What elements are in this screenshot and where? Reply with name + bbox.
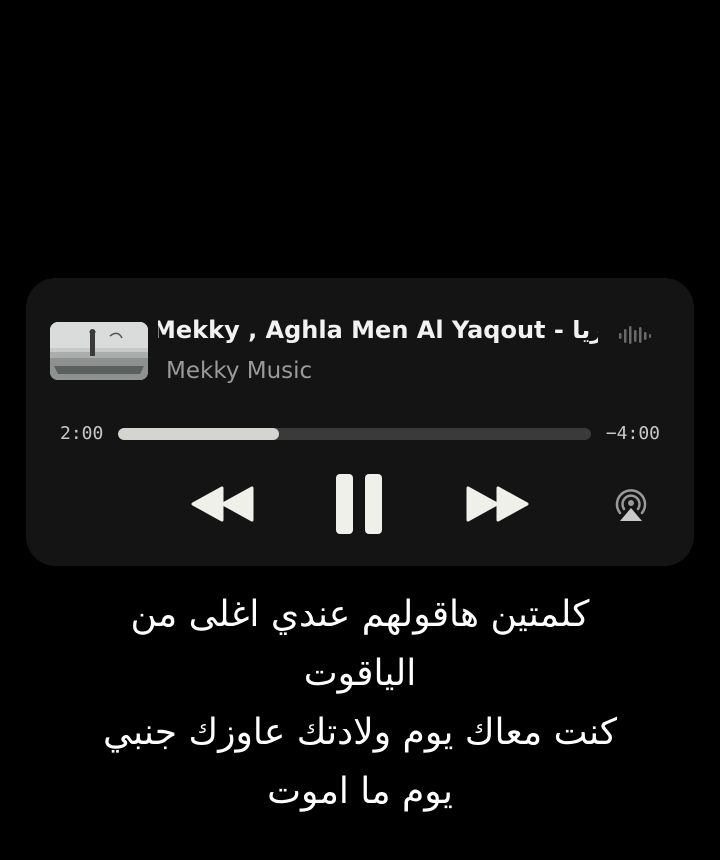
airplay-button[interactable] bbox=[612, 486, 650, 524]
progress-scrubber[interactable] bbox=[118, 428, 591, 440]
track-title-container: Mekky , Aghla Men Al Yaqout - عمريا bbox=[158, 316, 598, 350]
lyric-line-3: كنت معاك يوم ولادتك عاوزك جنبي bbox=[103, 712, 617, 753]
airplay-icon bbox=[615, 489, 647, 521]
artist-name[interactable]: Mekky Music bbox=[166, 358, 312, 384]
lyric-line-4: يوم ما اموت bbox=[267, 771, 453, 812]
track-title[interactable]: Mekky , Aghla Men Al Yaqout - عمريا bbox=[158, 316, 598, 344]
rewind-button[interactable] bbox=[190, 484, 256, 524]
pause-icon bbox=[336, 474, 382, 534]
lyric-line-2: الياقوت bbox=[303, 653, 417, 694]
elapsed-time: 2:00 bbox=[60, 423, 104, 444]
lyrics-text: كلمتين هاقولهم عندي اغلى من الياقوت كنت … bbox=[40, 585, 680, 821]
fast-forward-button[interactable] bbox=[464, 484, 530, 524]
rewind-icon bbox=[191, 486, 254, 522]
audio-waveform-icon bbox=[618, 324, 652, 346]
pause-button[interactable] bbox=[332, 474, 388, 534]
fast-forward-icon bbox=[466, 486, 529, 522]
album-artwork[interactable] bbox=[50, 322, 148, 380]
progress-fill bbox=[118, 428, 279, 440]
now-playing-card: Mekky , Aghla Men Al Yaqout - عمريا Mekk… bbox=[26, 278, 694, 566]
lyric-line-1: كلمتين هاقولهم عندي اغلى من bbox=[130, 594, 590, 635]
remaining-time: −4:00 bbox=[605, 423, 660, 444]
